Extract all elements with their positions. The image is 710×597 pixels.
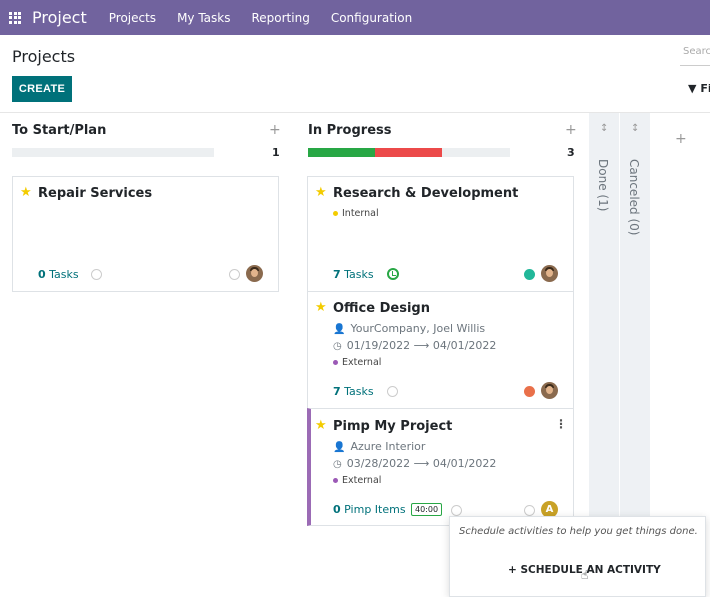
project-card-office[interactable]: ★ Office Design 👤 YourCompany, Joel Willi… [307, 291, 574, 409]
card-title: Research & Development [333, 186, 519, 201]
column-count: 1 [272, 146, 280, 159]
user-icon: 👤 [333, 442, 346, 453]
clock-icon: ◷ [333, 341, 342, 352]
folded-column-label: Canceled (0) [627, 159, 641, 236]
tag-external: External [333, 475, 381, 486]
page-title: Projects [12, 47, 76, 66]
tag-dot-icon [333, 360, 338, 365]
column-add-icon[interactable]: + [269, 122, 281, 138]
schedule-activity-popover: Schedule activities to help you get thin… [449, 516, 706, 597]
status-icon[interactable] [524, 386, 535, 397]
star-icon[interactable]: ★ [315, 185, 327, 200]
column-add-icon[interactable]: + [565, 122, 577, 138]
tasks-link[interactable]: 7 Tasks [333, 268, 374, 281]
top-navbar: Project Projects My Tasks Reporting Conf… [0, 0, 710, 35]
nav-reporting[interactable]: Reporting [251, 11, 309, 25]
partner-line: 👤 YourCompany, Joel Willis [333, 322, 486, 335]
tasks-link[interactable]: 7 Tasks [333, 385, 374, 398]
search-input[interactable]: Search... [680, 46, 710, 66]
tag-dot-icon [333, 478, 338, 483]
project-card-pimp[interactable]: ★ Pimp My Project ⋮ 👤 Azure Interior ◷ 03/… [307, 408, 574, 526]
card-title: Office Design [333, 301, 430, 316]
partner-line: 👤 Azure Interior [333, 440, 426, 453]
status-icon[interactable] [524, 505, 535, 516]
filters-button[interactable]: ▼ Fi [688, 82, 710, 95]
status-icon[interactable] [524, 269, 535, 280]
card-title: Pimp My Project [333, 419, 453, 434]
star-icon[interactable]: ★ [315, 300, 327, 315]
hand-cursor-icon: ☝ [581, 568, 589, 582]
date-range: ◷ 01/19/2022 ⟶ 04/01/2022 [333, 339, 497, 352]
add-column-icon[interactable]: + [675, 131, 687, 147]
progress-segment-red[interactable] [375, 148, 442, 157]
column-title-to-start[interactable]: To Start/Plan [12, 123, 106, 138]
tag-dot-icon [333, 211, 338, 216]
folded-column-label: Done (1) [596, 159, 610, 212]
project-card-research[interactable]: ★ Research & Development Internal 7 Task… [307, 176, 574, 292]
avatar[interactable] [541, 265, 558, 282]
clock-icon[interactable] [387, 268, 399, 280]
filter-icon: ▼ [688, 82, 697, 95]
arrow-right-icon: ⟶ [413, 457, 430, 470]
activity-icon[interactable] [451, 505, 462, 516]
card-menu-icon[interactable]: ⋮ [555, 417, 567, 431]
card-title: Repair Services [38, 186, 153, 201]
expand-icon: ↕ [631, 123, 640, 134]
star-icon[interactable]: ★ [20, 185, 32, 200]
nav-my-tasks[interactable]: My Tasks [177, 11, 230, 25]
tag-external: External [333, 357, 381, 368]
project-card-repair[interactable]: ★ Repair Services 0 Tasks [12, 176, 279, 292]
tasks-link[interactable]: 0 Tasks [38, 268, 79, 281]
column-count: 3 [567, 146, 575, 159]
column-title-in-progress[interactable]: In Progress [308, 123, 392, 138]
date-range: ◷ 03/28/2022 ⟶ 04/01/2022 [333, 457, 497, 470]
expand-icon: ↕ [600, 123, 609, 134]
activity-icon[interactable] [91, 269, 102, 280]
timer-badge: 40:00 [411, 503, 443, 516]
popover-text: Schedule activities to help you get thin… [459, 526, 698, 537]
column-progress-bar[interactable] [12, 148, 214, 157]
apps-menu-icon[interactable] [9, 11, 21, 24]
activity-icon[interactable] [387, 386, 398, 397]
status-icon[interactable] [229, 269, 240, 280]
user-icon: 👤 [333, 324, 346, 335]
clock-icon: ◷ [333, 459, 342, 470]
nav-configuration[interactable]: Configuration [331, 11, 412, 25]
avatar[interactable] [541, 382, 558, 399]
avatar[interactable] [246, 265, 263, 282]
create-button[interactable]: CREATE [12, 76, 72, 102]
plus-icon: + [508, 564, 517, 576]
nav-projects[interactable]: Projects [109, 11, 156, 25]
tag-internal: Internal [333, 208, 379, 219]
arrow-right-icon: ⟶ [413, 339, 430, 352]
tasks-link[interactable]: 0 Pimp Items [333, 503, 406, 516]
app-brand[interactable]: Project [32, 8, 87, 27]
progress-segment-green[interactable] [308, 148, 375, 157]
star-icon[interactable]: ★ [315, 418, 327, 433]
